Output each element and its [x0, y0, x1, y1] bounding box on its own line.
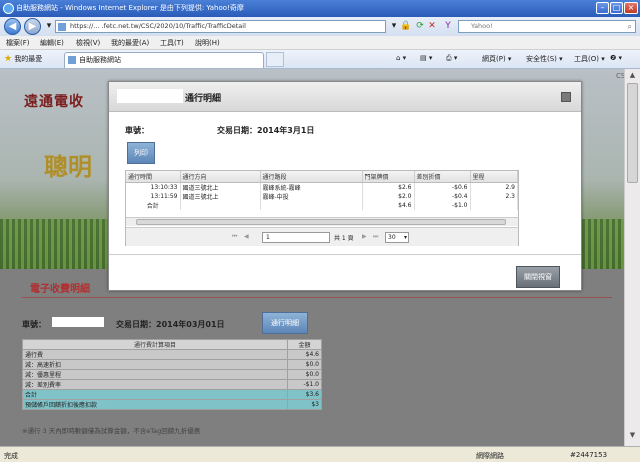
- page-number-input[interactable]: 1: [262, 232, 330, 243]
- grid-horizontal-scrollbar[interactable]: [126, 217, 518, 226]
- home-icon[interactable]: ⌂ ▾: [396, 54, 406, 62]
- menu-bar: 檔案(F) 編輯(E) 檢視(V) 我的最愛(A) 工具(T) 說明(H): [0, 36, 640, 50]
- window-title: 自助服務網站 - Windows Internet Explorer 是由下列提…: [16, 4, 244, 12]
- page-scrollbar[interactable]: ▲ ▼: [624, 69, 640, 446]
- banner-slogan: 聰明: [44, 153, 92, 181]
- scroll-down-icon[interactable]: ▼: [627, 431, 638, 442]
- table-row: 通行費 $4.6: [22, 349, 322, 360]
- grid-pager: ⏮ ◀ 1 共 1 頁 ▶ ⏭ 30 ▾: [126, 227, 518, 246]
- page-icon: [68, 56, 76, 64]
- page-count: 共 1 頁: [334, 235, 354, 242]
- prev-page-icon[interactable]: ◀: [244, 233, 249, 240]
- dialog-title: 通行明細: [185, 94, 222, 104]
- section-title: 電子收費明細: [30, 284, 90, 295]
- menu-help[interactable]: 說明(H): [195, 38, 220, 48]
- refresh-icon[interactable]: ⟳: [414, 20, 426, 32]
- menu-tools[interactable]: 工具(T): [160, 38, 184, 48]
- traffic-detail-dialog: 通行明細 車號： 交易日期：2014年3月1日 列印 通行時間 通行方向 通行路…: [108, 81, 582, 291]
- favorites-star-icon: ★: [4, 54, 13, 64]
- print-icon[interactable]: ⎙ ▾: [446, 54, 457, 63]
- url-dropdown-icon[interactable]: ▾: [388, 20, 400, 32]
- search-icon[interactable]: ⌕: [628, 21, 632, 32]
- maximize-button[interactable]: □: [610, 2, 623, 14]
- dialog-transaction-date: 交易日期：2014年3月1日: [217, 126, 315, 135]
- next-page-icon[interactable]: ▶: [362, 233, 367, 240]
- tab-bar: ★ 我的最愛 自助服務網站 ⌂ ▾ ▤ ▾ ⎙ ▾ 網頁(P) ▾ 安全性(S)…: [0, 50, 640, 69]
- scroll-up-icon[interactable]: ▲: [627, 71, 638, 82]
- car-number-label: 車號：: [22, 320, 46, 329]
- table-row: 減：優惠里程 $0.0: [22, 369, 322, 380]
- print-button[interactable]: 列印: [127, 142, 155, 164]
- dialog-close-icon[interactable]: [561, 92, 571, 102]
- col-discount[interactable]: 差別折價: [414, 171, 471, 183]
- dialog-divider: [109, 254, 581, 255]
- table-row-deduct: 預儲帳戶回饋折扣後應扣款 $3: [22, 399, 322, 410]
- zoom-level[interactable]: #2447153: [570, 451, 607, 459]
- menu-view[interactable]: 檢視(V): [76, 38, 100, 48]
- grid-scroll-thumb[interactable]: [136, 219, 506, 225]
- section-divider: [22, 297, 612, 298]
- stop-icon[interactable]: ✕: [426, 20, 438, 32]
- chevron-down-icon: ▾: [403, 234, 407, 241]
- first-page-icon[interactable]: ⏮: [232, 233, 237, 241]
- minimize-button[interactable]: –: [596, 2, 609, 14]
- fee-header-amount: 金額: [287, 339, 322, 350]
- address-input[interactable]: https://... .fetc.net.tw/CSC/2020/10/Tra…: [55, 20, 386, 33]
- feeds-icon[interactable]: ▤ ▾: [420, 54, 432, 62]
- fee-table: 通行費計算項目 金額 通行費 $4.6 減：高速折扣 $0.0 減：優惠里程 $0.0…: [22, 339, 322, 410]
- forward-button[interactable]: ▶: [24, 18, 41, 35]
- address-toolbar: ◀ ▶ ▾ https://... .fetc.net.tw/CSC/2020/…: [0, 17, 640, 36]
- dialog-header: 通行明細: [109, 82, 581, 112]
- col-direction[interactable]: 通行方向: [180, 171, 261, 183]
- footnote: ※通行 3 天內即時數額僅為試算金額，不含eTag回饋九折優惠: [22, 427, 201, 435]
- col-distance[interactable]: 里程: [470, 171, 518, 183]
- close-dialog-button[interactable]: 關閉視窗: [516, 266, 560, 288]
- menu-favorites[interactable]: 我的最愛(A): [111, 38, 149, 48]
- back-button[interactable]: ◀: [4, 18, 21, 35]
- yahoo-icon: Y: [445, 21, 451, 31]
- ie-logo-icon: [3, 3, 14, 14]
- site-logo: 遠通電收: [24, 94, 84, 110]
- car-number-redaction: [52, 317, 104, 327]
- page-icon: [58, 23, 66, 31]
- scroll-thumb[interactable]: [627, 83, 638, 183]
- col-time[interactable]: 通行時間: [126, 171, 181, 183]
- last-page-icon[interactable]: ⏭: [373, 233, 378, 241]
- lock-icon[interactable]: 🔒: [400, 20, 412, 32]
- dropdown-arrow-icon[interactable]: ▾: [43, 20, 55, 32]
- col-price[interactable]: 門架牌價: [362, 171, 415, 183]
- fee-header-item: 通行費計算項目: [22, 339, 288, 350]
- traffic-detail-button[interactable]: 通行明細: [262, 312, 308, 334]
- table-row: 減：高速折扣 $0.0: [22, 359, 322, 370]
- menu-file[interactable]: 檔案(F): [6, 38, 30, 48]
- tools-menu[interactable]: 工具(O) ▾: [574, 54, 605, 64]
- table-row: 減：差別費率 -$1.0: [22, 379, 322, 390]
- table-row-total[interactable]: 合計 $4.6 -$1.0: [126, 200, 518, 210]
- col-segment[interactable]: 通行路段: [260, 171, 363, 183]
- tab-active[interactable]: 自助服務網站: [64, 52, 264, 68]
- close-window-button[interactable]: ×: [624, 2, 638, 14]
- rows-per-page-select[interactable]: 30 ▾: [385, 232, 409, 243]
- status-text: 完成: [4, 452, 18, 460]
- status-bar: 完成 網際網路 #2447153: [0, 446, 640, 462]
- security-zone: 網際網路: [476, 452, 504, 460]
- table-row-total: 合計 $3.6: [22, 389, 322, 400]
- favorites-button[interactable]: ★ 我的最愛: [4, 54, 42, 64]
- transaction-date: 交易日期：2014年03月01日: [116, 320, 225, 329]
- dialog-car-number-label: 車號：: [125, 126, 149, 135]
- menu-edit[interactable]: 編輯(E): [40, 38, 64, 48]
- page-menu[interactable]: 網頁(P) ▾: [482, 54, 511, 64]
- search-input[interactable]: Yahoo! ⌕: [458, 20, 636, 33]
- traffic-detail-grid: 通行時間 通行方向 通行路段 門架牌價 差別折價 里程 13:10:33 國道三…: [125, 170, 519, 246]
- fee-section: 電子收費明細 車號： 交易日期：2014年03月01日 通行明細 通行費計算項目…: [0, 269, 624, 446]
- new-tab-button[interactable]: [266, 52, 284, 67]
- help-menu[interactable]: ❷ ▾: [610, 54, 622, 62]
- safety-menu[interactable]: 安全性(S) ▾: [526, 54, 563, 64]
- title-redaction: [117, 89, 183, 103]
- table-row[interactable]: 13:11:59 國道三號北上 霧峰-中投 $2.0 -$0.4 2.3: [126, 191, 518, 201]
- window-title-bar: 自助服務網站 - Windows Internet Explorer 是由下列提…: [0, 0, 640, 17]
- table-row[interactable]: 13:10:33 國道三號北上 霧峰系統-霧峰 $2.6 -$0.6 2.9: [126, 182, 518, 192]
